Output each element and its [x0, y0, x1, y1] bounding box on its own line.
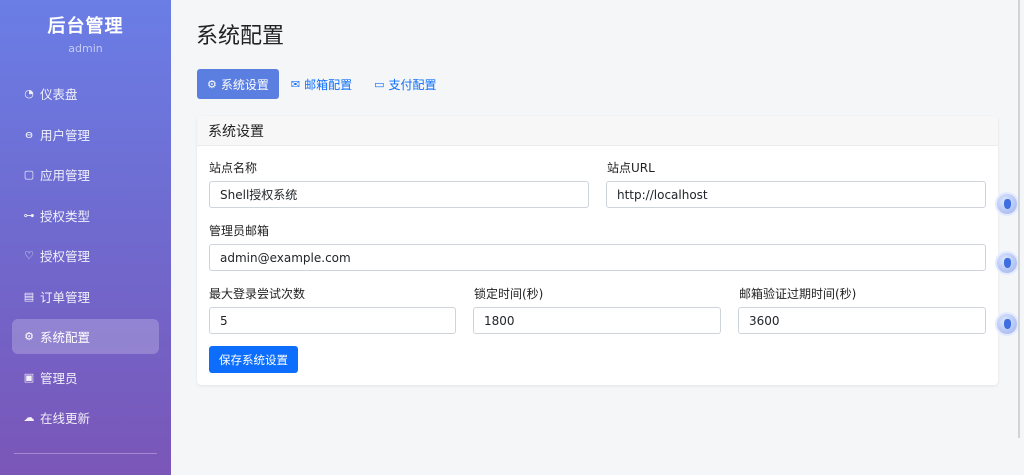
cloud-upload-icon: ☁: [23, 411, 35, 424]
sidebar-item[interactable]: ▢ 应用管理: [12, 157, 159, 192]
autofill-extension-icon[interactable]: [997, 194, 1017, 214]
gear-icon: ⚙: [207, 77, 217, 91]
sidebar-item-label: 订单管理: [40, 289, 91, 305]
autofill-extension-icon[interactable]: [997, 314, 1017, 334]
sidebar-item[interactable]: ☁ 在线更新: [12, 400, 159, 435]
max-login-attempts-input[interactable]: [209, 307, 456, 334]
sidebar-item[interactable]: ⚙ 系统配置: [12, 319, 159, 354]
sidebar-item-label: 授权类型: [40, 208, 91, 224]
receipt-icon: ▤: [23, 289, 35, 303]
tab-label: 系统设置: [220, 77, 269, 92]
sidebar-item[interactable]: ▤ 订单管理: [12, 279, 159, 314]
sidebar-item-label: 应用管理: [40, 168, 91, 183]
sidebar-item-label: 系统配置: [40, 330, 91, 345]
tab-payment[interactable]: ▭ 支付配置: [364, 69, 446, 99]
sidebar-item-label: 管理员: [40, 370, 78, 386]
person-badge-icon: ▣: [23, 370, 35, 384]
app-square-icon: ▢: [23, 168, 35, 181]
site-url-input[interactable]: [606, 181, 986, 208]
sidebar-item[interactable]: ▣ 管理员: [12, 360, 159, 395]
site-name-label: 站点名称: [209, 161, 258, 175]
sidebar-item-label: 用户管理: [40, 127, 91, 143]
tab-system[interactable]: ⚙ 系统设置: [197, 69, 279, 99]
brand-subtitle: admin: [68, 42, 103, 55]
shield-icon: ♡: [24, 249, 34, 262]
users-icon: ꙫ: [25, 127, 33, 141]
site-name-input[interactable]: [209, 181, 589, 208]
admin-email-input[interactable]: [209, 244, 986, 271]
admin-email-label: 管理员邮箱: [209, 224, 270, 238]
autofill-extension-icon[interactable]: [997, 253, 1017, 273]
max-login-attempts-label: 最大登录尝试次数: [209, 287, 306, 301]
sidebar-item-label: 在线更新: [40, 411, 91, 426]
scrollbar[interactable]: [1018, 0, 1020, 438]
system-settings-card: 系统设置 站点名称 站点URL 管理员邮箱 最大登录尝试次数 锁定时间(秒) 邮…: [197, 116, 998, 385]
site-url-label: 站点URL: [607, 161, 655, 175]
tab-email[interactable]: ✉ 邮箱配置: [281, 69, 362, 99]
email-verify-expire-label: 邮箱验证过期时间(秒): [739, 287, 857, 301]
sidebar-item[interactable]: ⊶ 授权类型: [12, 198, 159, 233]
sidebar-divider: [14, 453, 157, 454]
key-icon: ⊶: [23, 208, 35, 222]
lockout-time-input[interactable]: [473, 307, 721, 334]
tab-label: 支付配置: [388, 77, 437, 92]
save-system-settings-button[interactable]: 保存系统设置: [209, 346, 298, 373]
lockout-time-label: 锁定时间(秒): [474, 287, 544, 301]
sidebar-nav: ◔ 仪表盘 ꙫ 用户管理 ▢ 应用管理 ⊶ 授权类型 ♡ 授权管理 ▤ 订单管理 ⚙ 系统配置 ▣ 管理员 ☁ 在…: [0, 66, 171, 435]
page-title: 系统配置: [196, 24, 285, 49]
sidebar-item[interactable]: ♡ 授权管理: [12, 238, 159, 273]
gear-icon: ⚙: [24, 330, 34, 343]
tab-label: 邮箱配置: [304, 77, 353, 92]
email-verify-expire-input[interactable]: [738, 307, 986, 334]
card-header: 系统设置: [197, 116, 998, 146]
main-content: 系统配置 ⚙系统设置✉邮箱配置▭支付配置 系统设置 站点名称 站点URL 管理员…: [171, 0, 1024, 475]
sidebar-item[interactable]: ◔ 仪表盘: [12, 76, 159, 111]
credit-card-icon: ▭: [374, 77, 385, 91]
sidebar-item-label: 授权管理: [40, 249, 91, 264]
envelope-icon: ✉: [290, 77, 301, 91]
config-tabs: ⚙ 系统设置 ✉ 邮箱配置 ▭ 支付配置: [197, 69, 449, 99]
dashboard-icon: ◔: [24, 87, 34, 100]
sidebar-item-label: 仪表盘: [40, 87, 78, 102]
sidebar: 后台管理 admin ◔ 仪表盘 ꙫ 用户管理 ▢ 应用管理 ⊶ 授权类型 ♡ 授权管理 ▤ 订单管理…: [0, 0, 171, 475]
brand-title: 后台管理: [47, 16, 124, 37]
brand: 后台管理 admin: [0, 0, 171, 66]
sidebar-item[interactable]: ꙫ 用户管理: [12, 117, 159, 152]
